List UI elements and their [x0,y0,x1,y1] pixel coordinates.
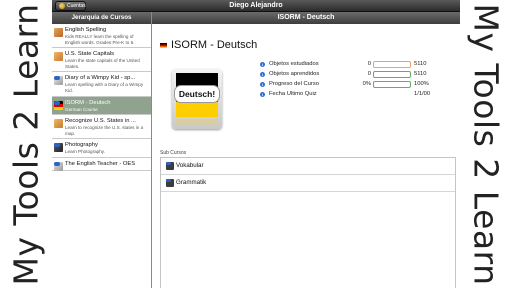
sub-course-icon [166,179,174,187]
course-item-desc: Learn spelling with a Diary of a Wimpy K… [65,82,144,93]
course-thumbnail-icon [54,100,63,110]
course-item-desc: Learn the state capitals of the United S… [65,58,140,69]
sub-course-icon [166,162,174,170]
course-item-desc: Kids REALLY learn the spelling of Englis… [65,34,135,45]
course-hierarchy-sidebar: Jerarquía de Cursos English Spelling Kid… [52,12,152,288]
course-stats: i Objetos estudiados 0 5110 i Objetos ap… [260,60,460,100]
new-badge-icon [166,162,171,165]
stat-max: 5110 [414,71,427,77]
new-badge-icon [54,161,60,166]
app-window: Diego Alejandro Cuentas Jerarquía de Cur… [52,0,460,288]
sub-courses-label: Sub Cursos [160,150,187,156]
course-title: ISORM - Deutsch [160,39,257,51]
course-image: Deutsch! [172,69,222,129]
course-item-english-spelling[interactable]: English Spelling Kids REALLY learn the s… [52,24,151,49]
new-badge-icon [54,76,60,81]
stat-value: 0% [362,81,371,87]
sub-courses-list: Vokabular Grammatik [160,157,456,288]
course-thumbnail-icon [54,119,63,129]
stat-bar [373,61,411,68]
side-banner-left: My Tools 2 Learn [0,0,52,288]
info-icon[interactable]: i [260,72,265,77]
sub-course-name: Grammatik [176,179,207,186]
stat-max: 100% [414,81,429,87]
new-badge-icon [54,100,60,105]
top-bar: Diego Alejandro Cuentas [52,0,460,12]
sub-course-item[interactable]: Grammatik [161,175,455,192]
new-badge-icon [166,179,171,182]
course-item-wimpy-kid[interactable]: Diary of a Wimpy Kid - sp... Learn spell… [52,72,151,97]
side-banner-right: My Tools 2 Learn [460,0,512,288]
last-quiz-date: 1/1/00 [414,91,431,97]
side-banner-left-text: My Tools 2 Learn [6,3,46,285]
sidebar-title: Jerarquía de Cursos [52,12,151,24]
stat-last-quiz: i Fecha Ultimo Quiz 1/1/00 [260,90,460,100]
german-flag-icon [160,42,167,48]
course-item-desc: Learn to recognize the U.S. states in a … [65,125,144,136]
course-item-desc: Learn Photography. [65,149,106,155]
course-item-isorm-deutsch[interactable]: ISORM - Deutsch German Course [52,96,151,116]
stat-label: Objetos aprendidos [269,71,320,77]
info-icon[interactable]: i [260,92,265,97]
stat-value: 0 [367,61,371,67]
course-thumbnail-icon [54,52,63,62]
stat-learned: i Objetos aprendidos 0 5110 [260,70,460,80]
user-name: Diego Alejandro [229,2,283,9]
course-item-title: Diary of a Wimpy Kid - sp... [65,75,136,82]
course-thumbnail-icon [54,161,63,171]
course-detail-panel: ISORM - Deutsch ISORM - Deutsch Deutsch!… [152,12,460,288]
course-thumbnail-icon [54,76,63,86]
info-icon[interactable]: i [260,62,265,67]
course-title-text: ISORM - Deutsch [171,39,258,51]
course-thumbnail-icon [54,28,63,37]
course-thumbnail-icon [54,143,63,153]
sub-course-name: Vokabular [176,162,204,169]
image-reflection [176,119,218,127]
stat-progress: i Progreso del Curso 0% 100% [260,80,460,90]
course-item-title: English Spelling [65,27,107,33]
course-item-title: ISORM - Deutsch [65,99,111,106]
stat-label: Objetos estudiados [269,61,319,67]
sub-course-item[interactable]: Vokabular [161,158,455,175]
info-icon[interactable]: i [260,82,265,87]
stat-value: 0 [367,71,371,77]
detail-header: ISORM - Deutsch [152,12,460,24]
course-item-title: U.S. State Capitals [65,51,114,58]
stat-studied: i Objetos estudiados 0 5110 [260,60,460,70]
screen: My Tools 2 Learn My Tools 2 Learn Diego … [0,0,512,288]
course-item-title: Recognize U.S. States in ... [65,118,136,125]
course-item-title: The English Teacher - OES [65,160,136,167]
stat-label: Fecha Ultimo Quiz [269,91,317,97]
new-badge-icon [54,143,60,148]
side-banner-right-text: My Tools 2 Learn [466,3,506,285]
course-item-photography[interactable]: Photography Learn Photography. [52,139,151,158]
course-item-recognize-states[interactable]: Recognize U.S. States in ... Learn to re… [52,115,151,140]
accounts-button[interactable]: Cuentas [55,1,86,11]
progress-bar [373,81,411,88]
stat-label: Progreso del Curso [269,81,319,87]
course-item-title: Photography [65,142,98,149]
account-icon [59,3,65,9]
stat-max: 5110 [414,61,427,67]
course-item-desc: German Course [65,106,98,112]
accounts-button-label: Cuentas [67,3,86,9]
course-image-caption: Deutsch! [174,85,220,103]
course-item-us-state-capitals[interactable]: U.S. State Capitals Learn the state capi… [52,48,151,73]
stat-bar [373,71,411,78]
course-item-english-teacher[interactable]: The English Teacher - OES [52,158,151,171]
